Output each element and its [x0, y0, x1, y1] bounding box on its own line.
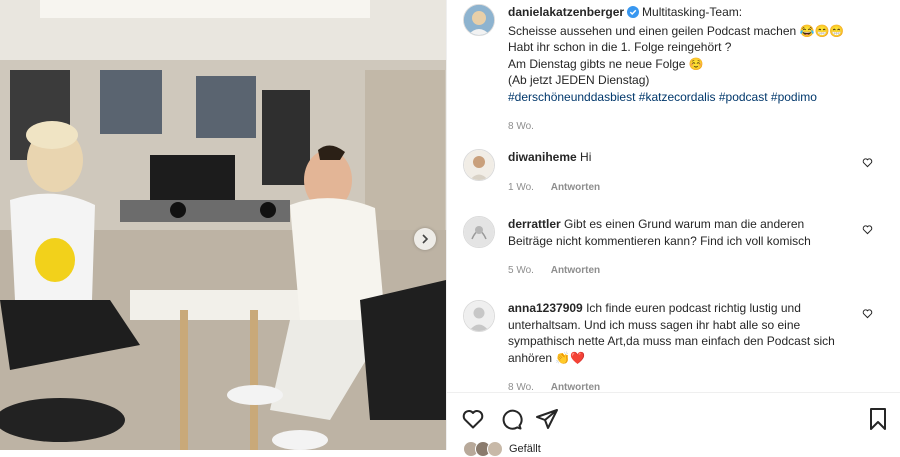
share-icon[interactable] [535, 407, 559, 434]
comment-username[interactable]: anna1237909 [508, 301, 583, 315]
caption-line: Multitasking-Team: [642, 5, 743, 19]
comment-username[interactable]: derrattler [508, 217, 561, 231]
bookmark-icon[interactable] [867, 407, 889, 434]
comment-avatar[interactable] [463, 216, 495, 248]
chevron-right-icon [422, 234, 429, 244]
caption-line: Habt ihr schon in die 1. Folge reingehör… [508, 40, 732, 54]
caption-body: danielakatzenberger Multitasking-Team: Sc… [508, 4, 888, 136]
author-username[interactable]: danielakatzenberger [508, 5, 624, 19]
comments-scroll-area[interactable]: danielakatzenberger Multitasking-Team: Sc… [447, 0, 900, 392]
caption-line: (Ab jetzt JEDEN Dienstag) [508, 73, 650, 87]
reply-button[interactable]: Antworten [551, 382, 600, 392]
comment-meta: 5 Wo. Antworten [508, 263, 843, 280]
comment-avatar[interactable] [463, 300, 495, 332]
liker-avatar [487, 441, 503, 457]
post-action-bar: Gefällt [447, 392, 900, 457]
like-comment-heart-icon[interactable] [862, 308, 873, 322]
comment-timestamp: 5 Wo. [508, 265, 534, 276]
comment-timestamp: 1 Wo. [508, 181, 534, 193]
verified-icon [627, 6, 640, 23]
hashtag-link[interactable]: #podimo [771, 90, 817, 104]
caption-line: Am Dienstag gibts ne neue Folge ☺️ [508, 56, 704, 71]
hashtag-link[interactable]: #podcast [719, 90, 768, 104]
hashtag-link[interactable]: #derschöneunddasbiest [508, 90, 635, 104]
comment-avatar[interactable] [463, 149, 495, 181]
post-timestamp: 8 Wo. [508, 121, 534, 132]
next-photo-button[interactable] [414, 228, 436, 250]
reply-button[interactable]: Antworten [551, 182, 600, 193]
author-avatar[interactable] [463, 4, 495, 36]
likes-text: Gefällt [509, 442, 541, 455]
comment-meta: 8 Wo. Antworten [508, 380, 843, 392]
comment-body: derrattler Gibt es einen Grund warum man… [508, 216, 843, 280]
post-details-panel: danielakatzenberger Multitasking-Team: Sc… [446, 0, 900, 457]
comment-meta: 1 Wo. Antworten [508, 180, 843, 197]
like-comment-heart-icon[interactable] [862, 157, 873, 171]
caption-line: Scheisse aussehen und einen geilen Podca… [508, 23, 845, 38]
heart-icon[interactable] [461, 407, 485, 434]
comment-body: diwaniheme Hi 1 Wo. Antworten [508, 149, 843, 196]
reply-button[interactable]: Antworten [551, 265, 600, 276]
comment-text: Hi [580, 150, 592, 164]
hashtag-link[interactable]: #katzecordalis [639, 90, 716, 104]
podcast-studio-image [0, 0, 446, 450]
likes-summary[interactable]: Gefällt [463, 441, 541, 457]
like-comment-heart-icon[interactable] [862, 224, 873, 238]
comment-icon[interactable] [499, 407, 523, 434]
comment-timestamp: 8 Wo. [508, 382, 534, 392]
comment-username[interactable]: diwaniheme [508, 150, 577, 164]
post-photo[interactable] [0, 0, 446, 450]
comment-body: anna1237909 Ich finde euren podcast rich… [508, 300, 843, 392]
hashtag-list: #derschöneunddasbiest #katzecordalis #po… [508, 90, 817, 104]
